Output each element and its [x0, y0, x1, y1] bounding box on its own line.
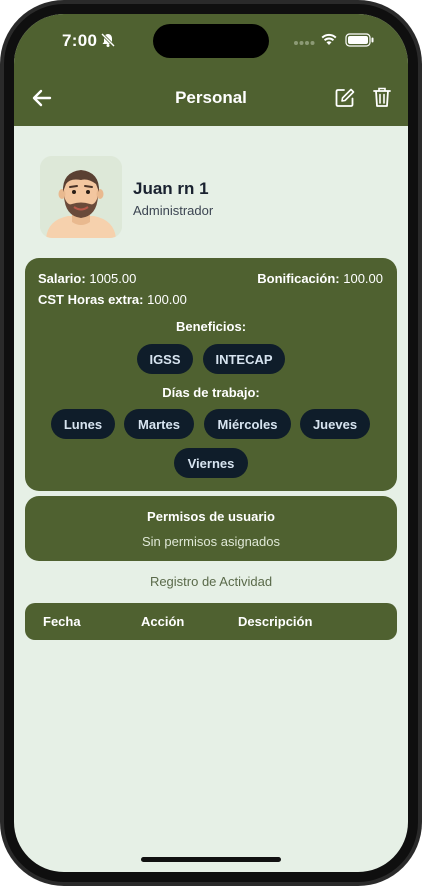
battery-icon [345, 33, 374, 47]
bonus-row: Bonificación: 100.00 [257, 271, 383, 286]
status-time: 7:00 [62, 31, 98, 50]
user-role: Administrador [133, 203, 214, 218]
salary-value: 1005.00 [89, 271, 137, 286]
overtime-label: CST Horas extra: [38, 292, 144, 307]
column-header-date: Fecha [43, 614, 81, 629]
activity-table-header: Fecha Acción Descripción [25, 603, 397, 640]
workdays-label: Días de trabajo: [162, 385, 260, 400]
salary-label: Salario: [38, 271, 86, 286]
bonus-value: 100.00 [343, 271, 383, 286]
column-header-action: Acción [141, 614, 185, 629]
benefit-chip: IGSS [137, 344, 193, 374]
employee-details-card: Salario: 1005.00 Bonificación: 100.00 CS… [25, 258, 397, 491]
overtime-row: CST Horas extra: 100.00 [38, 292, 187, 307]
man-avatar-icon [40, 156, 122, 238]
bonus-label: Bonificación: [257, 271, 340, 286]
salary-row: Salario: 1005.00 [38, 271, 136, 286]
column-header-description: Descripción [238, 614, 313, 629]
app-screen: 7:00 Personal Juan rn 1 Administrador Sa… [14, 14, 408, 872]
workday-chip: Miércoles [204, 409, 291, 439]
user-name: Juan rn 1 [133, 179, 209, 198]
permissions-title: Permisos de usuario [147, 509, 275, 524]
dynamic-island [153, 24, 269, 58]
permissions-card: Permisos de usuario Sin permisos asignad… [25, 496, 397, 561]
home-indicator[interactable] [141, 857, 281, 862]
avatar [40, 156, 122, 238]
bell-muted-icon [100, 32, 116, 48]
workday-chip: Lunes [51, 409, 115, 439]
cellular-signal-icon [294, 41, 315, 45]
activity-log-title: Registro de Actividad [149, 574, 273, 589]
benefit-chip: INTECAP [203, 344, 285, 374]
overtime-value: 100.00 [147, 292, 187, 307]
workday-chip: Viernes [174, 448, 248, 478]
workday-chip: Martes [124, 409, 194, 439]
permissions-empty-text: Sin permisos asignados [141, 534, 281, 549]
trash-icon[interactable] [372, 86, 392, 108]
benefits-label: Beneficios: [175, 319, 247, 334]
workday-chip: Jueves [300, 409, 370, 439]
edit-icon[interactable] [334, 87, 356, 109]
app-header: 7:00 Personal [14, 14, 408, 126]
wifi-icon [321, 33, 337, 45]
